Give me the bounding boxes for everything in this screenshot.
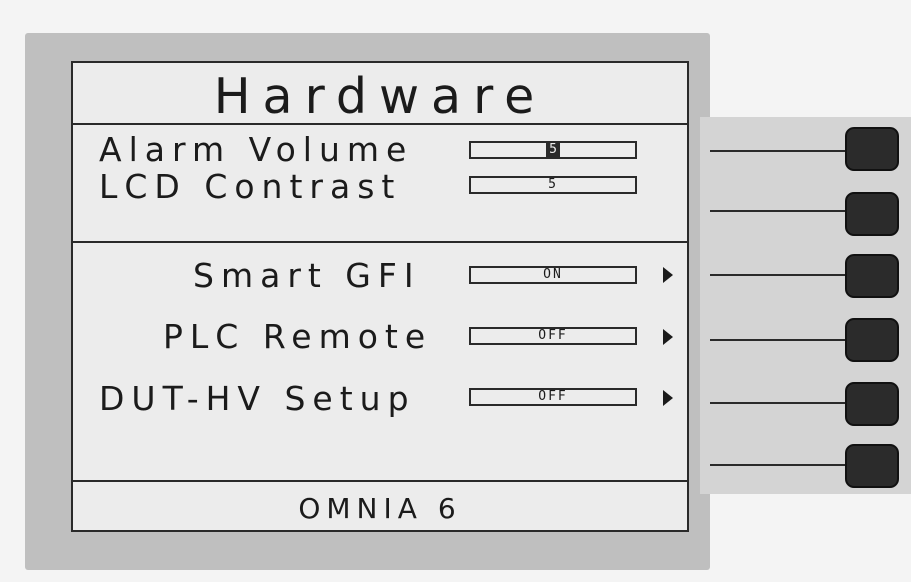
dut-hv-setup-field[interactable]: OFF [469,388,637,406]
softkey-2-button[interactable] [845,192,899,236]
lcd-screen: Hardware Alarm Volume 5 LCD Contrast 5 S… [71,61,689,532]
softkey-6-leader [710,464,848,466]
dut-hv-setup-label: DUT-HV Setup [99,379,416,418]
dut-hv-setup-arrow-icon[interactable] [663,390,673,406]
softkey-4-button[interactable] [845,318,899,362]
title-divider [73,123,687,125]
footer-model: OMNIA 6 [298,492,462,525]
softkey-6-button[interactable] [845,444,899,488]
alarm-volume-field[interactable]: 5 [469,141,637,159]
softkey-4-leader [710,339,848,341]
footer-divider [73,480,687,482]
plc-remote-arrow-icon[interactable] [663,329,673,345]
page-title: Hardware [213,68,547,125]
softkey-1-button[interactable] [845,127,899,171]
alarm-volume-label: Alarm Volume [99,130,414,169]
smart-gfi-field[interactable]: ON [469,266,637,284]
lcd-contrast-label: LCD Contrast [99,167,402,206]
smart-gfi-arrow-icon[interactable] [663,267,673,283]
softkey-3-button[interactable] [845,254,899,298]
alarm-volume-value: 5 [546,143,560,157]
softkey-5-button[interactable] [845,382,899,426]
lcd-contrast-field[interactable]: 5 [469,176,637,194]
softkey-3-leader [710,274,848,276]
plc-remote-label: PLC Remote [163,317,433,356]
smart-gfi-label: Smart GFI [193,256,421,295]
plc-remote-field[interactable]: OFF [469,327,637,345]
softkey-1-leader [710,150,848,152]
softkey-5-leader [710,402,848,404]
softkey-tab [700,117,911,494]
section-divider [73,241,687,243]
softkey-2-leader [710,210,848,212]
